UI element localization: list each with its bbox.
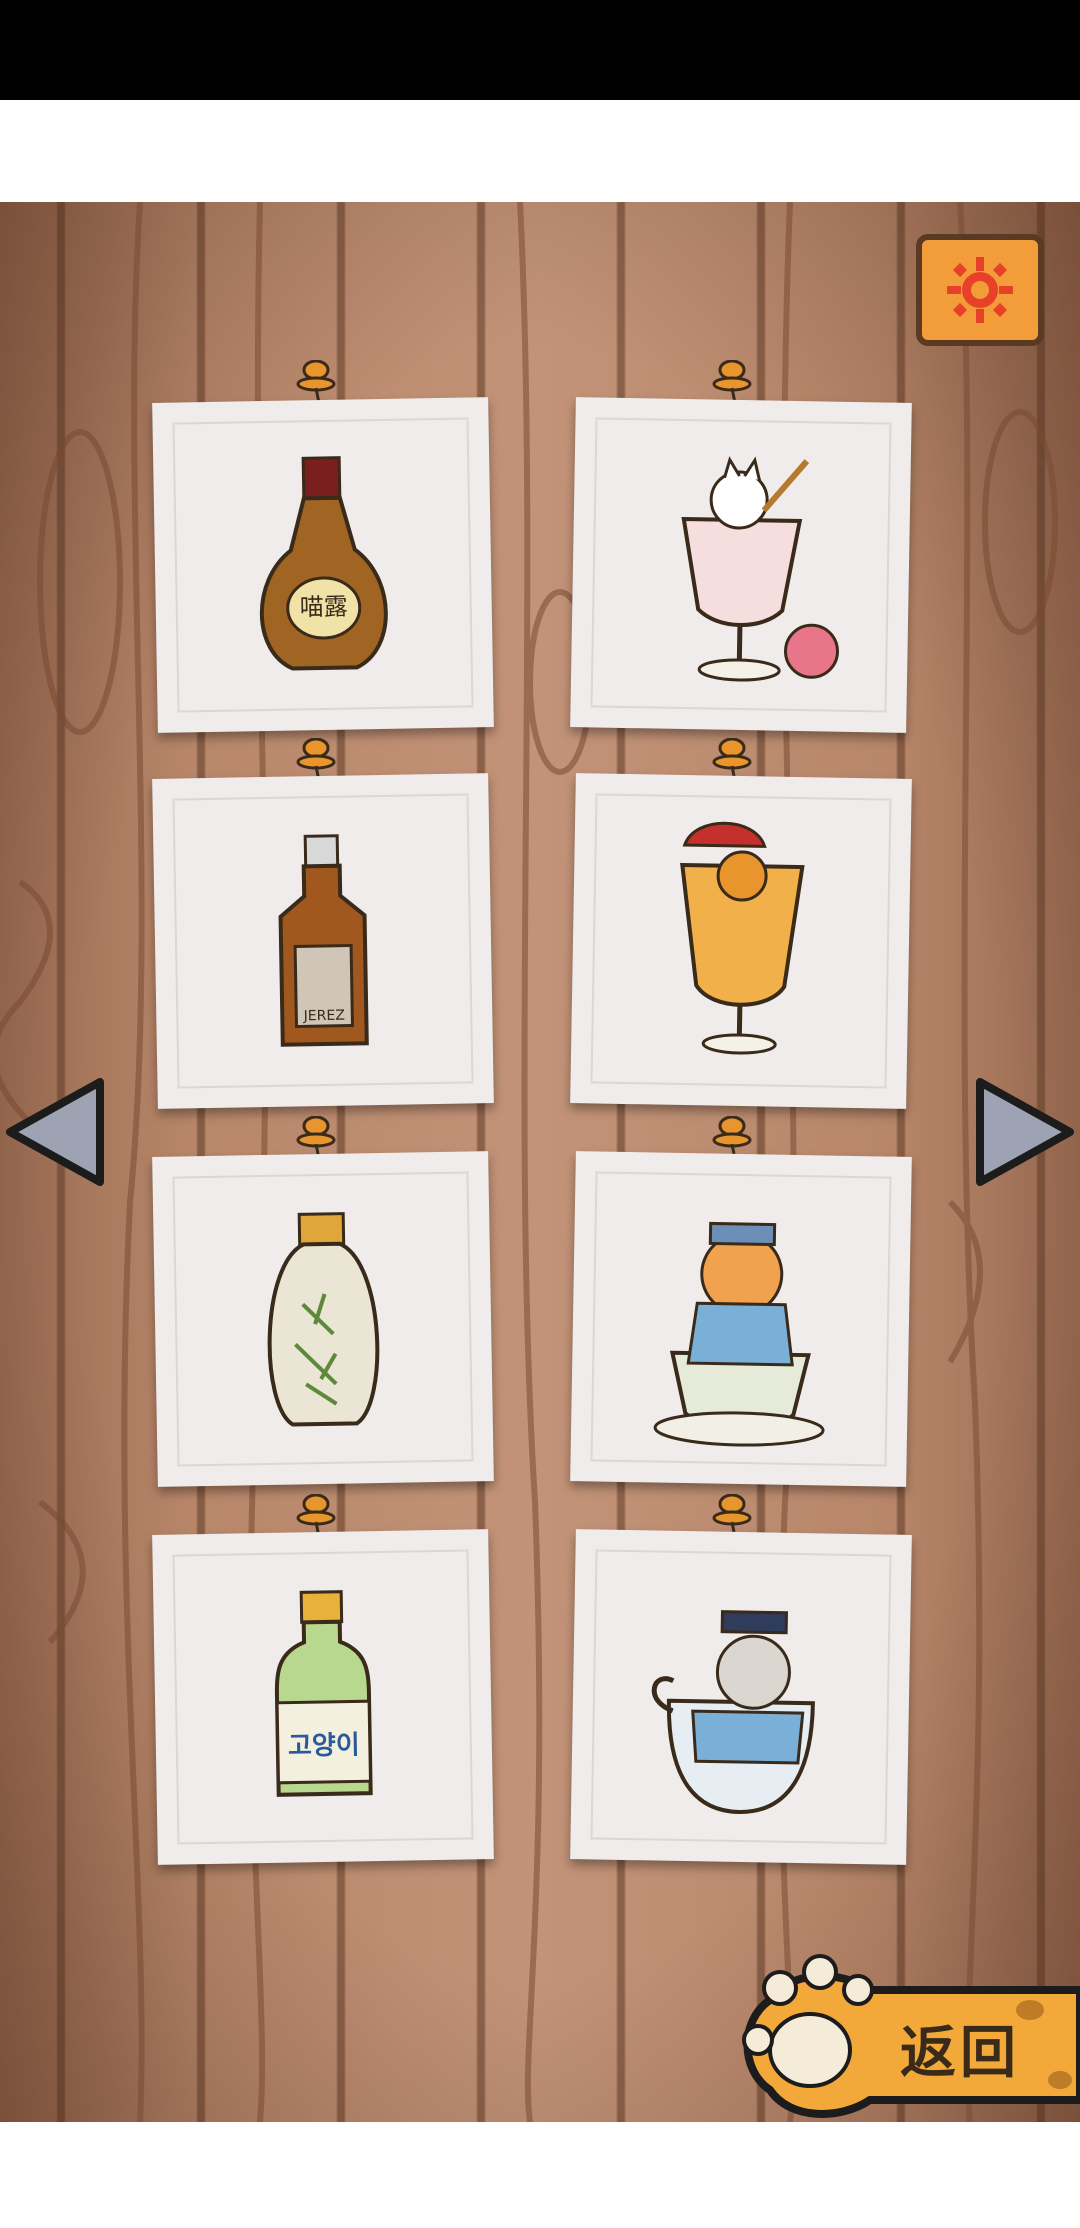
bottom-spacer — [0, 2122, 1080, 2228]
collection-card[interactable] — [570, 1151, 912, 1487]
next-page-button[interactable] — [970, 1072, 1080, 1192]
gear-icon — [947, 257, 1013, 323]
bottle-label-text: 喵露 — [299, 593, 347, 622]
cat-in-cocktail-glass-icon — [680, 821, 805, 1055]
back-button-label: 返回 — [900, 2020, 1020, 2086]
collection-card[interactable]: 喵露 — [152, 397, 494, 733]
top-spacer — [0, 100, 1080, 202]
left-arrow-icon — [6, 1078, 104, 1186]
collection-card[interactable] — [152, 1151, 494, 1487]
bottle-label-text: JEREZ — [303, 1008, 345, 1025]
collection-card[interactable]: 고양이 — [152, 1529, 494, 1865]
cat-in-wine-glass-icon — [681, 456, 840, 682]
bottle-label-text: 고양이 — [288, 1730, 360, 1761]
cat-in-teacup-icon — [653, 1221, 825, 1447]
status-bar — [0, 0, 1080, 100]
whisky-bottle-icon: JEREZ — [278, 834, 369, 1047]
collection-card[interactable] — [570, 773, 912, 1109]
prev-page-button[interactable] — [0, 1072, 110, 1192]
collection-card[interactable]: JEREZ — [152, 773, 494, 1109]
settings-button[interactable] — [916, 234, 1044, 346]
soju-bottle-icon: 고양이 — [274, 1590, 373, 1797]
bamboo-vase-icon — [267, 1212, 380, 1427]
ceramic-bottle-icon: 喵露 — [259, 456, 388, 671]
collection-card[interactable] — [570, 397, 912, 733]
cat-in-glass-bowl-icon — [651, 1610, 815, 1814]
right-arrow-icon — [976, 1078, 1074, 1186]
collection-card[interactable] — [570, 1529, 912, 1865]
